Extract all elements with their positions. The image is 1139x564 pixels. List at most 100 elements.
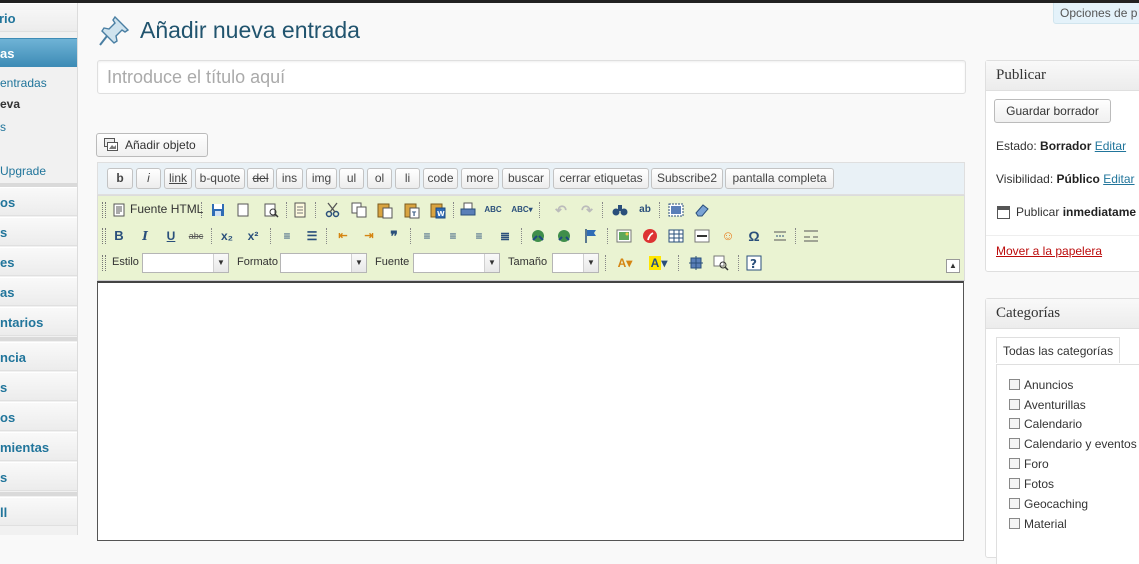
qt-fullscreen-button[interactable]: pantalla completa — [725, 168, 834, 189]
indent-icon[interactable]: ⇥ — [360, 227, 378, 245]
superscript-icon[interactable]: x² — [244, 227, 262, 245]
zoom-icon[interactable] — [712, 254, 730, 272]
qt-search-button[interactable]: buscar — [502, 168, 550, 189]
qt-ol-button[interactable]: ol — [367, 168, 392, 189]
sidebar-item-appearance[interactable]: ncia — [0, 342, 77, 371]
flash-media-icon[interactable] — [641, 227, 659, 245]
category-item[interactable]: Foro — [1009, 457, 1049, 471]
eraser-icon[interactable] — [693, 201, 711, 219]
paste-text-icon[interactable]: T — [403, 201, 421, 219]
qt-code-button[interactable]: code — [423, 168, 458, 189]
category-item[interactable]: Aventurillas — [1009, 398, 1086, 412]
underline-icon[interactable]: U — [162, 227, 180, 245]
paste-icon[interactable] — [376, 201, 394, 219]
checkbox[interactable] — [1009, 498, 1020, 509]
blockquote-icon[interactable]: ❞ — [385, 227, 403, 245]
category-item[interactable]: Calendario — [1009, 417, 1082, 431]
html-source-icon[interactable] — [110, 201, 128, 219]
sidebar-subitem-upgrade[interactable]: Upgrade — [0, 164, 46, 178]
sidebar-item-extra[interactable]: ll — [0, 497, 77, 526]
spellcheck-options-icon[interactable]: ABC▾ — [510, 201, 534, 219]
qt-li-button[interactable]: li — [395, 168, 420, 189]
sidebar-subitem-add-new[interactable]: eva — [0, 97, 20, 111]
italic-icon[interactable]: I — [136, 227, 154, 245]
qt-link-button[interactable]: link — [164, 168, 192, 189]
more-tag-icon[interactable] — [802, 227, 820, 245]
tab-most-used[interactable]: M — [1134, 337, 1139, 363]
new-document-icon[interactable] — [234, 201, 252, 219]
sidebar-item-pages[interactable]: es — [0, 247, 77, 276]
qt-ins-button[interactable]: ins — [276, 168, 303, 189]
category-item[interactable]: Geocaching — [1009, 497, 1088, 511]
html-source-label[interactable]: Fuente HTML — [130, 202, 203, 216]
replace-icon[interactable]: ab — [636, 201, 654, 219]
category-item[interactable]: Material — [1009, 517, 1067, 531]
align-right-icon[interactable]: ≡ — [470, 227, 488, 245]
align-justify-icon[interactable]: ≣ — [496, 227, 514, 245]
sidebar-item-tools[interactable]: mientas — [0, 432, 77, 461]
help-icon[interactable]: ? — [745, 254, 763, 272]
copy-icon[interactable] — [350, 201, 368, 219]
font-select[interactable]: ▼ — [413, 253, 500, 273]
align-center-icon[interactable]: ≡ — [444, 227, 462, 245]
image-icon[interactable] — [615, 227, 633, 245]
bullet-list-icon[interactable]: ☰ — [303, 227, 321, 245]
text-color-icon[interactable]: A▾ — [612, 254, 638, 272]
category-item[interactable]: Calendario y eventos — [1009, 437, 1137, 451]
find-icon[interactable] — [611, 201, 629, 219]
checkbox[interactable] — [1009, 418, 1020, 429]
print-icon[interactable] — [459, 201, 477, 219]
checkbox[interactable] — [1009, 379, 1020, 390]
redo-icon[interactable]: ↷ — [578, 201, 596, 219]
sidebar-item-plugins[interactable]: s — [0, 372, 77, 401]
post-title-input[interactable] — [97, 60, 966, 94]
qt-subscribe2-button[interactable]: Subscribe2 — [651, 168, 723, 189]
spellcheck-icon[interactable]: ABC — [484, 201, 502, 219]
category-item[interactable]: Fotos — [1009, 477, 1054, 491]
align-left-icon[interactable]: ≡ — [418, 227, 436, 245]
style-select[interactable]: ▼ — [142, 253, 229, 273]
qt-img-button[interactable]: img — [306, 168, 337, 189]
sidebar-item-posts[interactable]: as — [0, 38, 77, 67]
sidebar-item-links[interactable]: s — [0, 217, 77, 246]
save-icon[interactable] — [209, 201, 227, 219]
qt-del-button[interactable]: del — [247, 168, 274, 189]
checkbox[interactable] — [1009, 458, 1020, 469]
background-color-icon[interactable]: A ▾ — [645, 254, 671, 272]
category-item[interactable]: Anuncios — [1009, 378, 1073, 392]
qt-close-tags-button[interactable]: cerrar etiquetas — [553, 168, 649, 189]
size-select[interactable]: ▼ — [552, 253, 599, 273]
undo-icon[interactable]: ↶ — [552, 201, 570, 219]
tab-all-categories[interactable]: Todas las categorías — [996, 337, 1121, 363]
preview-icon[interactable] — [262, 201, 280, 219]
sidebar-item-settings[interactable]: s — [0, 462, 77, 491]
emoticon-icon[interactable]: ☺ — [719, 227, 737, 245]
link-icon[interactable] — [529, 227, 547, 245]
sidebar-subitem-all-posts[interactable]: entradas — [0, 76, 47, 90]
edit-visibility-link[interactable]: Editar — [1103, 172, 1134, 186]
toolbar-collapse-icon[interactable]: ▲ — [946, 259, 960, 273]
sidebar-subitem-categories[interactable]: s — [0, 120, 6, 134]
sidebar-item-comments[interactable]: ntarios — [0, 307, 77, 336]
qt-more-button[interactable]: more — [461, 168, 499, 189]
checkbox[interactable] — [1009, 438, 1020, 449]
sidebar-item-media[interactable]: os — [0, 187, 77, 216]
move-to-trash-link[interactable]: Mover a la papelera — [996, 244, 1102, 258]
add-media-button[interactable]: Añadir objeto — [96, 133, 208, 157]
screen-options-button[interactable]: Opciones de p — [1053, 3, 1139, 24]
sidebar-item-forms[interactable]: as — [0, 277, 77, 306]
template-icon[interactable] — [291, 201, 309, 219]
fullscreen-icon[interactable] — [687, 254, 705, 272]
sidebar-item-dashboard[interactable]: rio — [0, 3, 77, 32]
checkbox[interactable] — [1009, 518, 1020, 529]
special-character-icon[interactable]: Ω — [745, 227, 763, 245]
checkbox[interactable] — [1009, 399, 1020, 410]
unlink-icon[interactable] — [555, 227, 573, 245]
anchor-flag-icon[interactable] — [582, 227, 600, 245]
bold-icon[interactable]: B — [110, 227, 128, 245]
table-icon[interactable] — [667, 227, 685, 245]
qt-bold-button[interactable]: b — [107, 168, 133, 189]
save-draft-button[interactable]: Guardar borrador — [994, 99, 1111, 123]
qt-bquote-button[interactable]: b-quote — [195, 168, 245, 189]
cut-icon[interactable] — [324, 201, 342, 219]
